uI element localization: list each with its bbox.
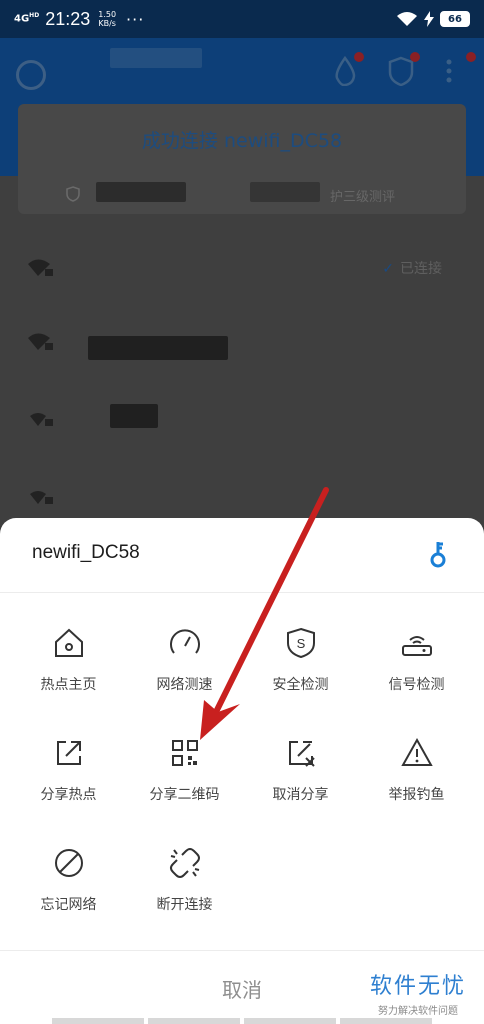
wifi-action-sheet: newifi_DC58 热点主页 网络测速 S 安全检测 信号检测 分享热点 分…	[0, 518, 484, 1024]
router-icon	[401, 636, 432, 656]
wifi-row	[26, 406, 466, 430]
qr-code-icon	[171, 740, 198, 766]
forget-network-button[interactable]: 忘记网络	[8, 846, 129, 942]
nav-segment	[148, 1018, 240, 1024]
item-label: 信号检测	[388, 677, 445, 693]
wifi-lock-icon	[28, 259, 53, 276]
battery-indicator: 66	[440, 11, 470, 27]
security-check-button[interactable]: S 安全检测	[240, 626, 361, 722]
home-icon	[54, 628, 83, 657]
navigation-bar	[52, 1018, 432, 1024]
item-label: 分享热点	[40, 787, 97, 803]
item-label: 断开连接	[156, 897, 213, 913]
disconnect-icon	[169, 848, 200, 878]
watermark-subtitle: 努力解决软件问题	[377, 1006, 458, 1017]
disconnect-button[interactable]: 断开连接	[124, 846, 245, 942]
nav-segment	[244, 1018, 336, 1024]
report-phishing-button[interactable]: 举报钓鱼	[356, 736, 477, 832]
wifi-row	[26, 484, 466, 508]
share-hotspot-button[interactable]: 分享热点	[8, 736, 129, 832]
net-speed: 1.50 KB/s	[98, 10, 117, 28]
water-drop-icon[interactable]	[332, 52, 364, 87]
app-logo-icon	[16, 60, 46, 90]
item-label: 分享二维码	[149, 787, 220, 803]
divider	[0, 950, 484, 951]
notification-dot	[466, 52, 476, 62]
connected-status: ✓ 已连接	[382, 261, 442, 277]
charging-icon	[424, 11, 434, 27]
connection-card	[18, 104, 466, 214]
security-shield-icon[interactable]	[388, 52, 420, 87]
item-label: 举报钓鱼	[388, 787, 445, 803]
header-actions	[332, 52, 476, 87]
network-indicator: 4GHD	[14, 12, 40, 25]
protection-level-text: 护三级测评	[330, 190, 396, 205]
status-bar: 4GHD 21:23 1.50 KB/s ··· 66	[0, 0, 484, 38]
svg-text:S: S	[296, 636, 305, 651]
item-label: 热点主页	[40, 677, 97, 693]
nav-segment	[52, 1018, 144, 1024]
menu-kebab-icon[interactable]	[444, 52, 476, 86]
blurred-app-name	[110, 48, 202, 68]
wifi-lock-icon	[28, 333, 53, 350]
blurred-text	[96, 182, 186, 202]
warning-icon	[400, 737, 433, 766]
sheet-title: newifi_DC58	[32, 542, 140, 563]
hotspot-home-button[interactable]: 热点主页	[8, 626, 129, 722]
wifi-signal-icon	[397, 12, 417, 26]
cancel-share-button[interactable]: 取消分享	[240, 736, 361, 832]
speedometer-icon	[169, 629, 200, 654]
more-notifications-icon: ···	[126, 9, 145, 29]
speed-test-button[interactable]: 网络测速	[124, 626, 245, 722]
wifi-lock-icon	[30, 413, 53, 426]
forget-icon	[54, 849, 83, 877]
notification-dot	[354, 52, 364, 62]
share-qr-code-button[interactable]: 分享二维码	[124, 736, 245, 832]
nav-segment	[340, 1018, 432, 1024]
watermark-title: 软件无忧	[369, 974, 466, 999]
blurred-ssid	[110, 404, 158, 428]
item-label: 安全检测	[272, 677, 329, 693]
item-label: 网络测速	[156, 677, 213, 693]
connected-title: 成功连接 newifi_DC58	[141, 130, 343, 152]
wifi-lock-icon	[30, 491, 53, 504]
blurred-ssid	[88, 336, 228, 360]
watermark: 软件无忧 努力解决软件问题	[370, 968, 466, 1017]
shield-s-icon: S	[286, 627, 315, 659]
cancel-share-icon	[288, 741, 315, 767]
divider	[0, 592, 484, 593]
item-label: 忘记网络	[40, 897, 97, 913]
notification-dot	[410, 52, 420, 62]
share-icon	[56, 741, 81, 765]
item-label: 取消分享	[272, 787, 329, 803]
key-icon[interactable]	[428, 540, 448, 568]
shield-icon	[66, 186, 80, 202]
clock: 21:23	[45, 8, 91, 29]
blurred-text	[250, 182, 320, 202]
signal-check-button[interactable]: 信号检测	[356, 626, 477, 722]
